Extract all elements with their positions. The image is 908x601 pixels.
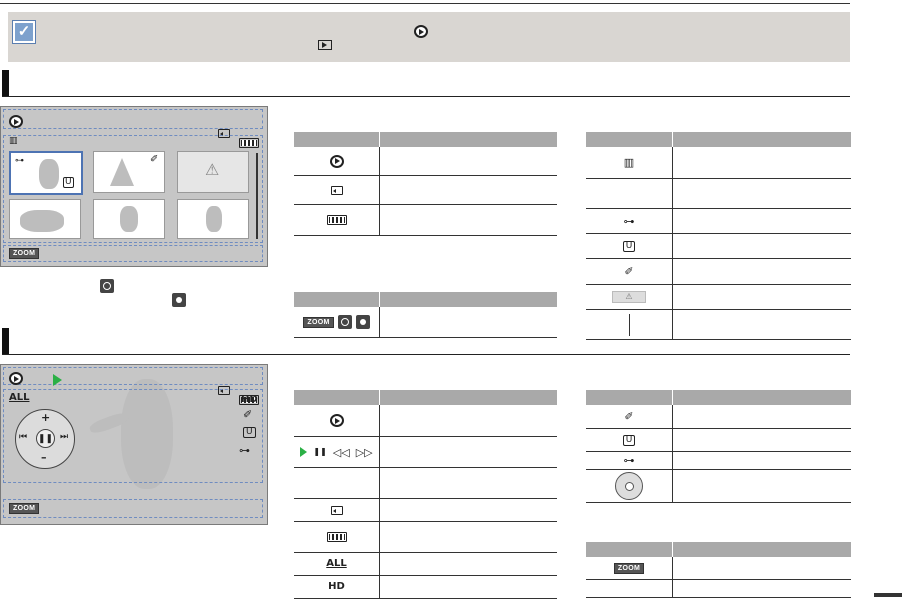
top-status-area (3, 367, 263, 385)
thumbnail-1[interactable]: ⊶ U (9, 151, 83, 195)
photo-play-mode-icon (329, 154, 344, 168)
table3-row: ✐ (586, 259, 851, 285)
photo-play-mode-icon (9, 115, 23, 128)
upload-icon: U (622, 240, 636, 252)
nav-dial-icon (337, 315, 352, 329)
protect-key-icon: ⊶ (623, 454, 635, 467)
table5-row: ✐ (586, 405, 851, 429)
table6-header (586, 542, 851, 557)
photo-play-mode-icon (9, 372, 23, 385)
all-icon: ALL (326, 558, 347, 569)
memory-card-icon (330, 185, 343, 195)
thumbnail-3[interactable]: ⚠ (177, 151, 249, 193)
table4-row (294, 499, 557, 522)
thumbnail-6[interactable] (177, 199, 249, 239)
share-icon: ✐ (624, 410, 634, 423)
battery-icon (326, 215, 347, 225)
section-header-playback (2, 328, 850, 355)
playback-screen: ALL HD ✐ U ⊶ + – ⏮ ⏭ ❚❚ ZOOM (0, 364, 268, 525)
zoom-icon: ZOOM (9, 248, 40, 259)
table4-row: ❚❚ ◁◁ ▷▷ (294, 437, 557, 468)
table5-row: U (586, 429, 851, 452)
share-icon: ✐ (150, 154, 159, 165)
table2-header (294, 292, 557, 307)
upload-icon: U (243, 427, 256, 438)
note-bar (8, 12, 850, 62)
warning-icon: ⚠ (612, 291, 646, 303)
zoom-icon: ZOOM (9, 503, 40, 514)
table3-row (586, 179, 851, 209)
play-icon (53, 374, 62, 386)
table3-row: U (586, 234, 851, 259)
table1-row (294, 205, 557, 236)
fast-forward-icon: ▷▷ (355, 445, 373, 459)
upload-icon: U (622, 434, 636, 446)
thumbnail-2[interactable]: ✐ (93, 151, 165, 193)
table1-row (294, 176, 557, 205)
checkbox-note-icon: ✓ (13, 21, 35, 43)
top-rule (0, 3, 850, 4)
warning-icon: ⚠ (205, 160, 220, 179)
info-icon: ▥ (9, 136, 18, 146)
table4-row: HD (294, 576, 557, 599)
bottom-control-area (3, 245, 263, 262)
table5-row (586, 470, 851, 503)
share-icon: ✐ (243, 408, 253, 421)
table1-row (294, 147, 557, 176)
upload-icon: U (63, 177, 74, 188)
table6-row: ZOOM (586, 557, 851, 580)
control-wheel-icon[interactable]: + – ⏮ ⏭ ❚❚ (15, 409, 75, 469)
nav-dial-icon (100, 279, 114, 293)
hd-icon: HD (241, 394, 258, 405)
section-header-thumbnail (2, 70, 850, 97)
zoom-icon: ZOOM (613, 562, 645, 574)
bottom-control-area (3, 499, 263, 518)
pause-icon: ❚❚ (313, 447, 327, 456)
table3-header (586, 132, 851, 147)
control-wheel-icon (615, 472, 643, 500)
table4-header (294, 390, 557, 405)
table4-row (294, 405, 557, 437)
table5-header (586, 390, 851, 405)
thumbnail-screen: ▥ ⊶ U ✐ ⚠ ZOOM (0, 106, 268, 307)
table3-row: ⚠ (586, 285, 851, 310)
info-icon: ▥ (623, 156, 635, 169)
table3-row: ▥ (586, 147, 851, 179)
page-edge-tab (874, 593, 902, 597)
table4-row (294, 522, 557, 553)
all-icon: ALL (9, 392, 30, 403)
play-icon (300, 447, 308, 457)
memory-card-icon (330, 505, 343, 515)
photo-play-mode-icon (414, 25, 428, 38)
hd-icon: HD (328, 581, 345, 592)
table3-row: ⊶ (586, 209, 851, 234)
table4-row (294, 468, 557, 499)
table4-row: ALL (294, 553, 557, 576)
ok-icon (355, 315, 370, 329)
photo-play-mode-icon (329, 414, 344, 427)
zoom-icon: ZOOM (303, 316, 334, 328)
table1-header (294, 132, 557, 147)
rewind-icon: ◁◁ (332, 445, 350, 459)
protect-key-icon: ⊶ (15, 156, 24, 166)
thumbnail-5[interactable] (93, 199, 165, 239)
table5-row: ⊶ (586, 452, 851, 470)
protect-key-icon: ⊶ (239, 444, 250, 457)
protect-key-icon: ⊶ (623, 214, 635, 228)
scrollbar[interactable] (256, 153, 258, 239)
top-status-area (3, 109, 263, 129)
thumbnail-4[interactable] (9, 199, 81, 239)
play-button-icon (318, 40, 332, 50)
table6-row (586, 580, 851, 598)
battery-icon (326, 532, 347, 542)
share-icon: ✐ (624, 265, 634, 278)
ok-icon (172, 293, 186, 307)
